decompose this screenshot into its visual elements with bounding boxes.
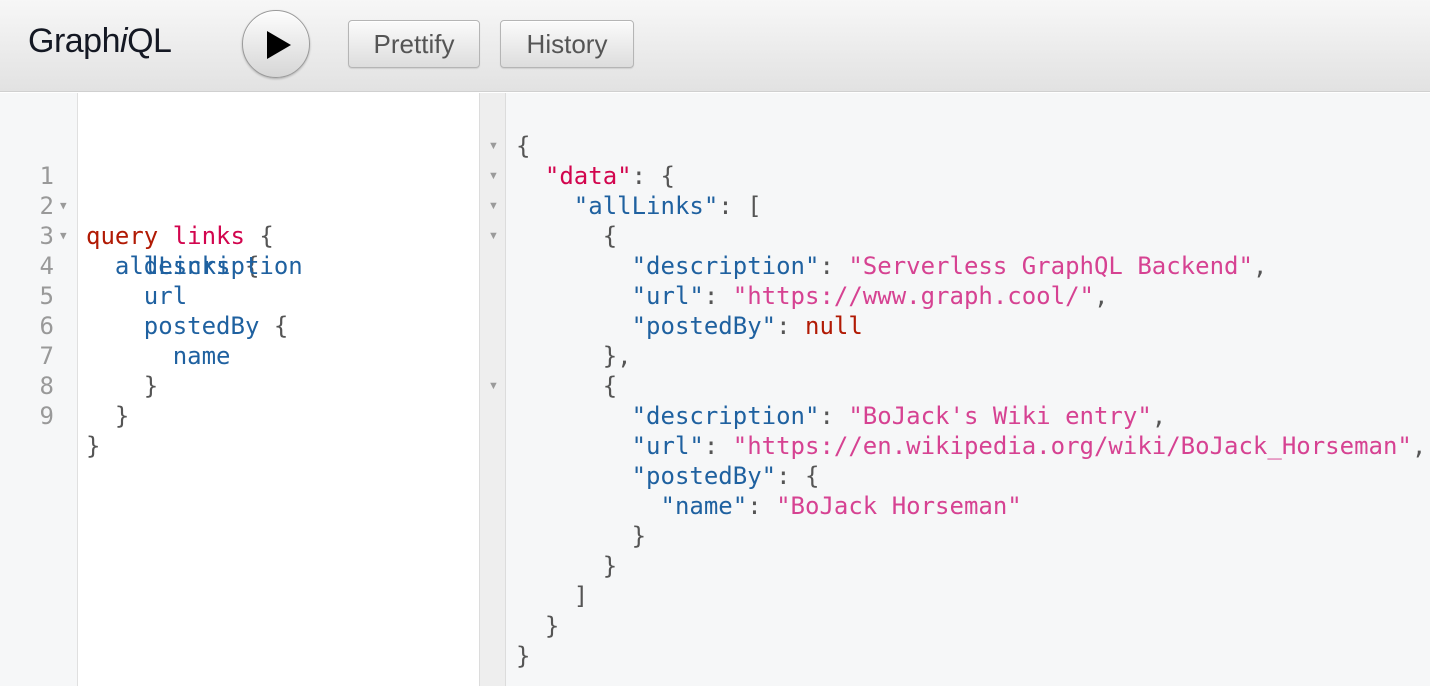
- json-key-description: "description": [631, 252, 820, 280]
- app-title: GraphiQL: [28, 22, 172, 60]
- execute-query-button[interactable]: [242, 10, 310, 78]
- json-value-name: "BoJack Horseman": [776, 492, 1022, 520]
- history-button[interactable]: History: [500, 20, 634, 68]
- query-line[interactable]: 1 ▼ query links {: [0, 131, 479, 250]
- result-line: "data": {: [544, 162, 675, 190]
- result-line: {: [602, 372, 618, 400]
- json-key-name: "name": [660, 492, 748, 520]
- result-line: "name": "BoJack Horseman": [660, 492, 1022, 520]
- query-line[interactable]: 9 }: [0, 371, 479, 460]
- fold-arrow-icon[interactable]: ▼: [488, 131, 499, 161]
- json-value-description: "BoJack's Wiki entry": [848, 402, 1152, 430]
- json-value-null: null: [805, 312, 863, 340]
- result-line: "allLinks": [: [573, 192, 762, 220]
- result-line: },: [602, 342, 632, 370]
- query-line[interactable]: 7 }: [0, 311, 479, 400]
- fold-arrow-icon[interactable]: ▼: [488, 191, 499, 221]
- result-line: "description": "Serverless GraphQL Backe…: [631, 252, 1268, 280]
- json-value-url: "https://en.wikipedia.org/wiki/BoJack_Ho…: [732, 432, 1412, 460]
- result-line: "postedBy": {: [631, 462, 820, 490]
- json-value-description: "Serverless GraphQL Backend": [848, 252, 1253, 280]
- result-line: }: [516, 642, 531, 670]
- json-value-url: "https://www.graph.cool/": [732, 282, 1094, 310]
- result-line: {: [602, 222, 618, 250]
- result-line: }: [602, 552, 618, 580]
- result-line: }: [631, 522, 647, 550]
- toolbar: GraphiQL Prettify History: [0, 0, 1430, 92]
- fold-arrow-icon[interactable]: ▼: [488, 221, 499, 251]
- json-key-posted-by: "postedBy": [631, 312, 777, 340]
- query-line[interactable]: 3 description: [0, 191, 479, 280]
- play-icon: [267, 31, 291, 59]
- line-number: 9: [39, 402, 54, 430]
- result-line: "postedBy": null: [631, 312, 863, 340]
- result-line: "url": "https://en.wikipedia.org/wiki/Bo…: [631, 432, 1427, 460]
- json-key-all-links: "allLinks": [573, 192, 719, 220]
- query-line[interactable]: 6 name: [0, 281, 479, 370]
- query-line[interactable]: 5 postedBy {: [0, 251, 479, 340]
- close-brace: }: [114, 402, 130, 430]
- result-line: ]: [573, 582, 589, 610]
- query-line[interactable]: 4 url: [0, 221, 479, 310]
- fold-arrow-icon[interactable]: ▼: [488, 161, 499, 191]
- prettify-button[interactable]: Prettify: [348, 20, 480, 68]
- json-key-data: "data": [544, 162, 632, 190]
- json-key-url: "url": [631, 432, 704, 460]
- json-key-url: "url": [631, 282, 704, 310]
- result-line: {: [516, 131, 530, 161]
- query-line[interactable]: 8 }: [0, 341, 479, 430]
- close-brace: }: [86, 432, 101, 460]
- query-editor[interactable]: 1 ▼ query links { 2 ▼ allLinks { 3 descr…: [0, 93, 479, 686]
- result-viewer[interactable]: { "data": { "allLinks": [ { "description…: [506, 93, 1430, 686]
- open-brace: {: [516, 132, 531, 160]
- result-line: }: [544, 612, 560, 640]
- result-line: "url": "https://www.graph.cool/",: [631, 282, 1109, 310]
- json-key-description: "description": [631, 402, 820, 430]
- json-key-posted-by: "postedBy": [631, 462, 777, 490]
- fold-arrow-icon[interactable]: ▼: [488, 371, 499, 401]
- result-line: "description": "BoJack's Wiki entry",: [631, 402, 1167, 430]
- query-line[interactable]: 2 ▼ allLinks {: [0, 161, 479, 280]
